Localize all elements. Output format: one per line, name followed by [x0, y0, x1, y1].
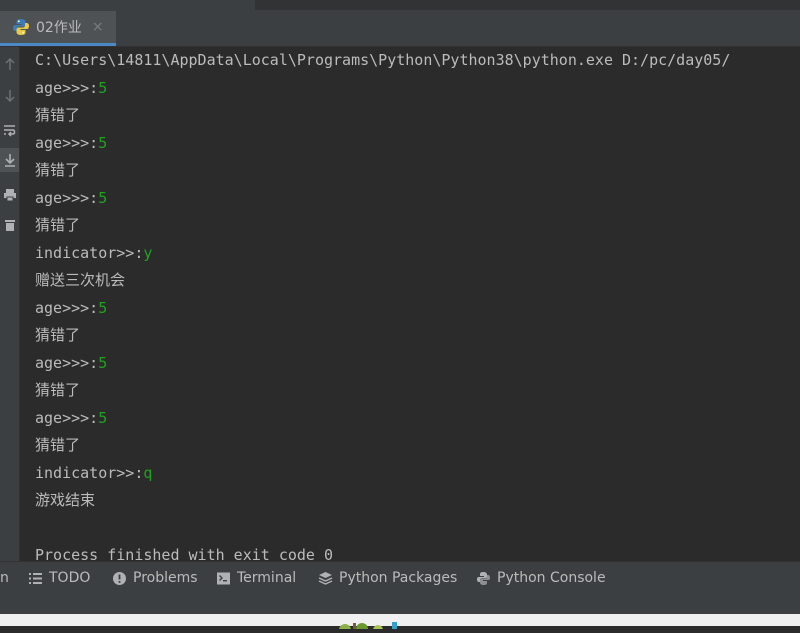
arrow-up-icon — [4, 57, 15, 70]
console-output-text: 游戏结束 — [35, 491, 96, 509]
console-line: 猜错了 — [35, 215, 80, 235]
console-user-input: q — [143, 463, 153, 482]
console-line: 猜错了 — [35, 160, 80, 180]
problems-icon — [113, 571, 126, 585]
arrow-down-icon — [4, 90, 15, 103]
python-console-tool-button[interactable]: Python Console — [476, 562, 606, 594]
tab-label: 02作业 — [36, 20, 82, 36]
layers-icon — [318, 571, 333, 585]
console-output-text: indicator>>: — [35, 463, 144, 482]
console-line: age>>>:5 — [35, 78, 107, 98]
todo-list-icon — [29, 572, 42, 584]
console-output-text: 猜错了 — [35, 216, 81, 234]
python-console-label: Python Console — [497, 570, 606, 586]
console-line: 猜错了 — [35, 380, 80, 400]
console-output-text: 猜错了 — [35, 436, 81, 454]
run-console-output[interactable]: C:\Users\14811\AppData\Local\Programs\Py… — [20, 47, 800, 561]
wallpaper-plant-graphic — [339, 622, 397, 633]
todo-tool-button[interactable]: TODO — [28, 562, 90, 594]
console-output-text: age>>>: — [35, 188, 99, 207]
console-output-text: 猜错了 — [35, 161, 81, 179]
terminal-label: Terminal — [237, 570, 297, 586]
title-strip-segment — [255, 0, 800, 10]
print-button[interactable] — [0, 183, 19, 207]
console-output-text: indicator>>: — [35, 243, 144, 262]
trash-icon — [4, 220, 15, 231]
title-strip — [0, 0, 800, 11]
console-user-input: 5 — [98, 298, 108, 317]
terminal-tool-button[interactable]: Terminal — [216, 562, 296, 594]
console-output-text: C:\Users\14811\AppData\Local\Programs\Py… — [35, 51, 731, 69]
tool-window-bar: n TODO Problems Terminal Python Packages… — [0, 561, 800, 594]
console-line: 猜错了 — [35, 435, 80, 455]
print-icon — [3, 189, 16, 202]
console-user-input: 5 — [98, 353, 108, 372]
scroll-to-end-button[interactable] — [0, 148, 19, 172]
console-line: indicator>>:q — [35, 463, 152, 483]
desktop-background — [0, 614, 800, 633]
run-tool-label: n — [0, 570, 9, 586]
problems-tool-button[interactable]: Problems — [112, 562, 198, 594]
python-packages-tool-button[interactable]: Python Packages — [318, 562, 457, 594]
console-output-text: age>>>: — [35, 133, 99, 152]
console-output-text: age>>>: — [35, 298, 99, 317]
console-output-text: 赠送三次机会 — [35, 271, 126, 289]
console-line: age>>>:5 — [35, 408, 107, 428]
status-bar — [0, 594, 800, 614]
python-packages-label: Python Packages — [339, 570, 458, 586]
console-line: age>>>:5 — [35, 188, 107, 208]
console-user-input: 5 — [98, 133, 108, 152]
run-tool-button[interactable]: n — [0, 562, 9, 594]
scroll-to-end-icon — [4, 154, 15, 167]
console-output-text: age>>>: — [35, 408, 99, 427]
console-line: indicator>>:y — [35, 243, 152, 263]
console-line: 游戏结束 — [35, 490, 95, 510]
tab-02-assignment[interactable]: 02作业 × — [0, 11, 116, 46]
console-output-text: age>>>: — [35, 353, 99, 372]
arrow-up-button[interactable] — [0, 52, 19, 76]
console-user-input: 5 — [98, 408, 108, 427]
editor-tab-bar: 02作业 × — [0, 11, 800, 47]
clear-all-button[interactable] — [0, 213, 19, 237]
close-icon[interactable]: × — [92, 19, 104, 35]
todo-label: TODO — [49, 570, 91, 586]
console-line: age>>>:5 — [35, 133, 107, 153]
problems-label: Problems — [133, 570, 198, 586]
console-line: 猜错了 — [35, 105, 80, 125]
console-line: C:\Users\14811\AppData\Local\Programs\Py… — [35, 50, 730, 70]
console-output-text: 猜错了 — [35, 106, 81, 124]
python-file-icon — [13, 19, 29, 35]
console-line: 猜错了 — [35, 325, 80, 345]
console-line: 赠送三次机会 — [35, 270, 125, 290]
soft-wrap-icon — [3, 125, 15, 137]
console-output-text: 猜错了 — [35, 326, 81, 344]
soft-wrap-button[interactable] — [0, 118, 19, 142]
terminal-icon — [217, 572, 230, 584]
console-output-text: Process finished with exit code 0 — [35, 546, 334, 561]
console-user-input: 5 — [98, 188, 108, 207]
console-user-input: y — [143, 243, 153, 262]
console-output-text: age>>>: — [35, 78, 99, 97]
python-console-icon — [477, 571, 490, 585]
arrow-down-button[interactable] — [0, 84, 19, 108]
console-line: age>>>:5 — [35, 353, 107, 373]
console-user-input: 5 — [98, 78, 108, 97]
console-output-text: 猜错了 — [35, 381, 81, 399]
console-line: age>>>:5 — [35, 298, 107, 318]
console-line: Process finished with exit code 0 — [35, 545, 333, 561]
console-toolbar — [0, 47, 20, 561]
